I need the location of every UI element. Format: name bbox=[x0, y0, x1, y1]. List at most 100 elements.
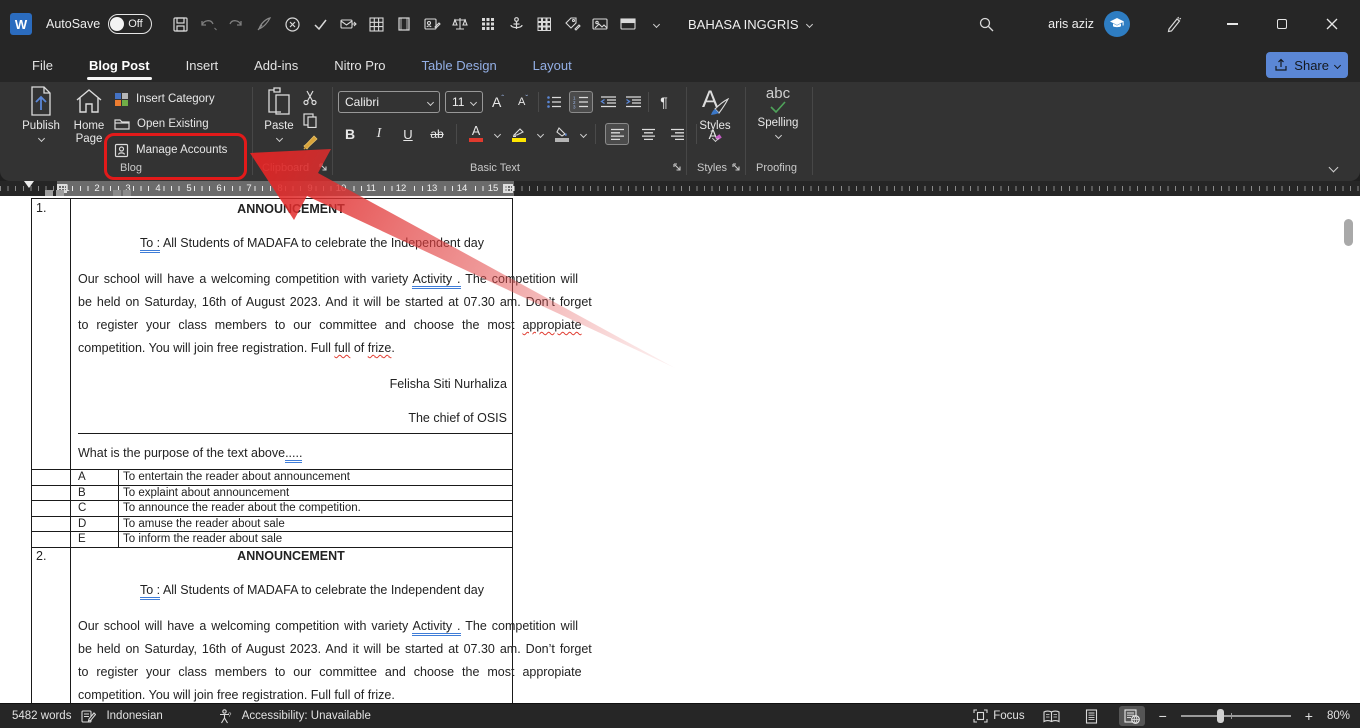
horizontal-ruler[interactable]: 1 2 3 4 5 6 7 8 9 10 11 12 13 14 15 bbox=[0, 181, 1360, 196]
vertical-scrollbar-thumb[interactable] bbox=[1344, 219, 1353, 246]
zoom-slider-thumb[interactable] bbox=[1216, 709, 1224, 723]
q1-para-line4[interactable]: competition. You will join free registra… bbox=[78, 341, 395, 355]
document-title-area[interactable]: BAHASA INGGRIS bbox=[688, 0, 813, 48]
tab-table-design[interactable]: Table Design bbox=[404, 48, 515, 82]
format-painter-button[interactable] bbox=[300, 131, 320, 153]
manage-accounts-button[interactable]: Manage Accounts bbox=[114, 139, 227, 161]
maximize-button[interactable] bbox=[1260, 0, 1304, 48]
proofing-status-icon[interactable] bbox=[81, 709, 97, 723]
id-card-edit-icon[interactable] bbox=[418, 10, 446, 38]
quill-icon[interactable] bbox=[250, 10, 278, 38]
align-left-button[interactable] bbox=[605, 123, 629, 145]
close-button[interactable] bbox=[1310, 0, 1354, 48]
underline-button[interactable]: U bbox=[398, 123, 418, 145]
zoom-in-button[interactable]: + bbox=[1305, 708, 1313, 724]
home-page-button[interactable]: Home Page bbox=[66, 86, 112, 146]
q1-to-line[interactable]: To : All Students of MADAFA to celebrate… bbox=[140, 236, 484, 253]
first-line-indent-marker[interactable] bbox=[24, 181, 34, 188]
numbered-list-button[interactable]: 123 bbox=[569, 91, 593, 113]
header-icon[interactable] bbox=[614, 10, 642, 38]
tab-blog-post[interactable]: Blog Post bbox=[71, 48, 168, 82]
print-layout-button[interactable] bbox=[1079, 706, 1105, 726]
language-status[interactable]: Indonesian bbox=[106, 710, 162, 722]
tab-layout[interactable]: Layout bbox=[515, 48, 590, 82]
q2-para-line3[interactable]: to register your class members to our co… bbox=[78, 665, 582, 679]
editor-pen-icon[interactable] bbox=[1160, 10, 1188, 38]
q2-para-line1[interactable]: Our school will have a welcoming competi… bbox=[78, 619, 578, 636]
clipboard-dialog-launcher[interactable] bbox=[318, 162, 328, 172]
word-count[interactable]: 5482 words bbox=[12, 710, 71, 722]
focus-button[interactable]: Focus bbox=[973, 709, 1025, 723]
highlight-button[interactable] bbox=[509, 123, 529, 145]
text-box-icon[interactable] bbox=[390, 10, 418, 38]
tab-insert[interactable]: Insert bbox=[168, 48, 237, 82]
save-icon[interactable] bbox=[166, 10, 194, 38]
q2-para-line4[interactable]: competition. You will join free registra… bbox=[78, 688, 395, 702]
shrink-font-button[interactable]: Aˇ bbox=[513, 91, 533, 113]
redo-icon[interactable] bbox=[222, 10, 250, 38]
styles-dialog-launcher[interactable] bbox=[731, 162, 741, 172]
option-b-text[interactable]: To explaint about announcement bbox=[123, 487, 289, 499]
cut-button[interactable] bbox=[300, 87, 320, 109]
option-c-text[interactable]: To announce the reader about the competi… bbox=[123, 502, 361, 514]
basic-text-dialog-launcher[interactable] bbox=[672, 162, 682, 172]
scales-icon[interactable] bbox=[446, 10, 474, 38]
grow-font-button[interactable]: Aˆ bbox=[488, 91, 508, 113]
read-mode-button[interactable] bbox=[1039, 706, 1065, 726]
shading-button[interactable] bbox=[552, 123, 572, 145]
tab-file[interactable]: File bbox=[14, 48, 71, 82]
image-icon[interactable] bbox=[586, 10, 614, 38]
q2-para-line2[interactable]: be held on Saturday, 16th of August 2023… bbox=[78, 642, 592, 656]
tag-edit-icon[interactable] bbox=[558, 10, 586, 38]
anchor-icon[interactable] bbox=[502, 10, 530, 38]
font-size-combo[interactable]: 11 bbox=[445, 91, 483, 113]
zoom-level[interactable]: 80% bbox=[1327, 710, 1350, 722]
q2-to-line[interactable]: To : All Students of MADAFA to celebrate… bbox=[140, 583, 484, 600]
paste-button[interactable]: Paste bbox=[256, 86, 302, 143]
send-mail-icon[interactable] bbox=[334, 10, 362, 38]
table-column-marker[interactable] bbox=[503, 184, 513, 193]
font-color-button[interactable]: A bbox=[466, 123, 486, 145]
grid-icon[interactable] bbox=[530, 10, 558, 38]
search-icon[interactable] bbox=[972, 10, 1000, 38]
q1-para-line1[interactable]: Our school will have a welcoming competi… bbox=[78, 272, 578, 289]
qat-overflow-chevron-icon[interactable] bbox=[642, 10, 670, 38]
zoom-out-button[interactable]: − bbox=[1159, 708, 1167, 724]
autosave-toggle[interactable]: Off bbox=[108, 14, 153, 34]
highlight-chevron-icon[interactable] bbox=[536, 130, 545, 138]
tab-add-ins[interactable]: Add-ins bbox=[236, 48, 316, 82]
q1-para-line3[interactable]: to register your class members to our co… bbox=[78, 318, 582, 332]
cancel-icon[interactable] bbox=[278, 10, 306, 38]
align-center-button[interactable] bbox=[638, 123, 658, 145]
minimize-button[interactable] bbox=[1210, 0, 1254, 48]
font-name-combo[interactable]: Calibri bbox=[338, 91, 440, 113]
check-icon[interactable] bbox=[306, 10, 334, 38]
open-existing-button[interactable]: Open Existing bbox=[114, 113, 209, 135]
styles-button[interactable]: A Styles bbox=[692, 86, 738, 143]
bold-button[interactable]: B bbox=[340, 123, 360, 145]
copy-button[interactable] bbox=[300, 109, 320, 131]
borders-grid-icon[interactable] bbox=[474, 10, 502, 38]
strikethrough-button[interactable]: ab bbox=[427, 123, 447, 145]
option-d-text[interactable]: To amuse the reader about sale bbox=[123, 518, 285, 530]
web-layout-button[interactable] bbox=[1118, 706, 1145, 726]
align-right-button[interactable] bbox=[667, 123, 687, 145]
accessibility-status[interactable]: Accessibility: Unavailable bbox=[242, 710, 371, 722]
option-a-text[interactable]: To entertain the reader about announceme… bbox=[123, 471, 350, 483]
undo-icon[interactable] bbox=[194, 10, 222, 38]
user-avatar[interactable] bbox=[1104, 11, 1130, 37]
document-page[interactable]: 1. ANNOUNCEMENT To : All Students of MAD… bbox=[0, 196, 1360, 703]
q1-para-line2[interactable]: be held on Saturday, 16th of August 2023… bbox=[78, 295, 592, 309]
collapse-ribbon-chevron[interactable] bbox=[1328, 158, 1339, 176]
spelling-button[interactable]: abc Spelling bbox=[752, 86, 804, 140]
insert-category-button[interactable]: Insert Category bbox=[114, 88, 215, 110]
paragraph-marks-button[interactable]: ¶ bbox=[654, 91, 674, 113]
font-color-chevron-icon[interactable] bbox=[493, 130, 502, 138]
shading-chevron-icon[interactable] bbox=[579, 130, 588, 138]
option-e-text[interactable]: To inform the reader about sale bbox=[123, 533, 282, 545]
user-name[interactable]: aris aziz bbox=[1048, 17, 1094, 31]
zoom-slider[interactable] bbox=[1180, 709, 1291, 723]
q1-question-line[interactable]: What is the purpose of the text above...… bbox=[78, 446, 303, 463]
bullet-list-button[interactable] bbox=[544, 91, 564, 113]
share-button[interactable]: Share bbox=[1266, 52, 1348, 78]
